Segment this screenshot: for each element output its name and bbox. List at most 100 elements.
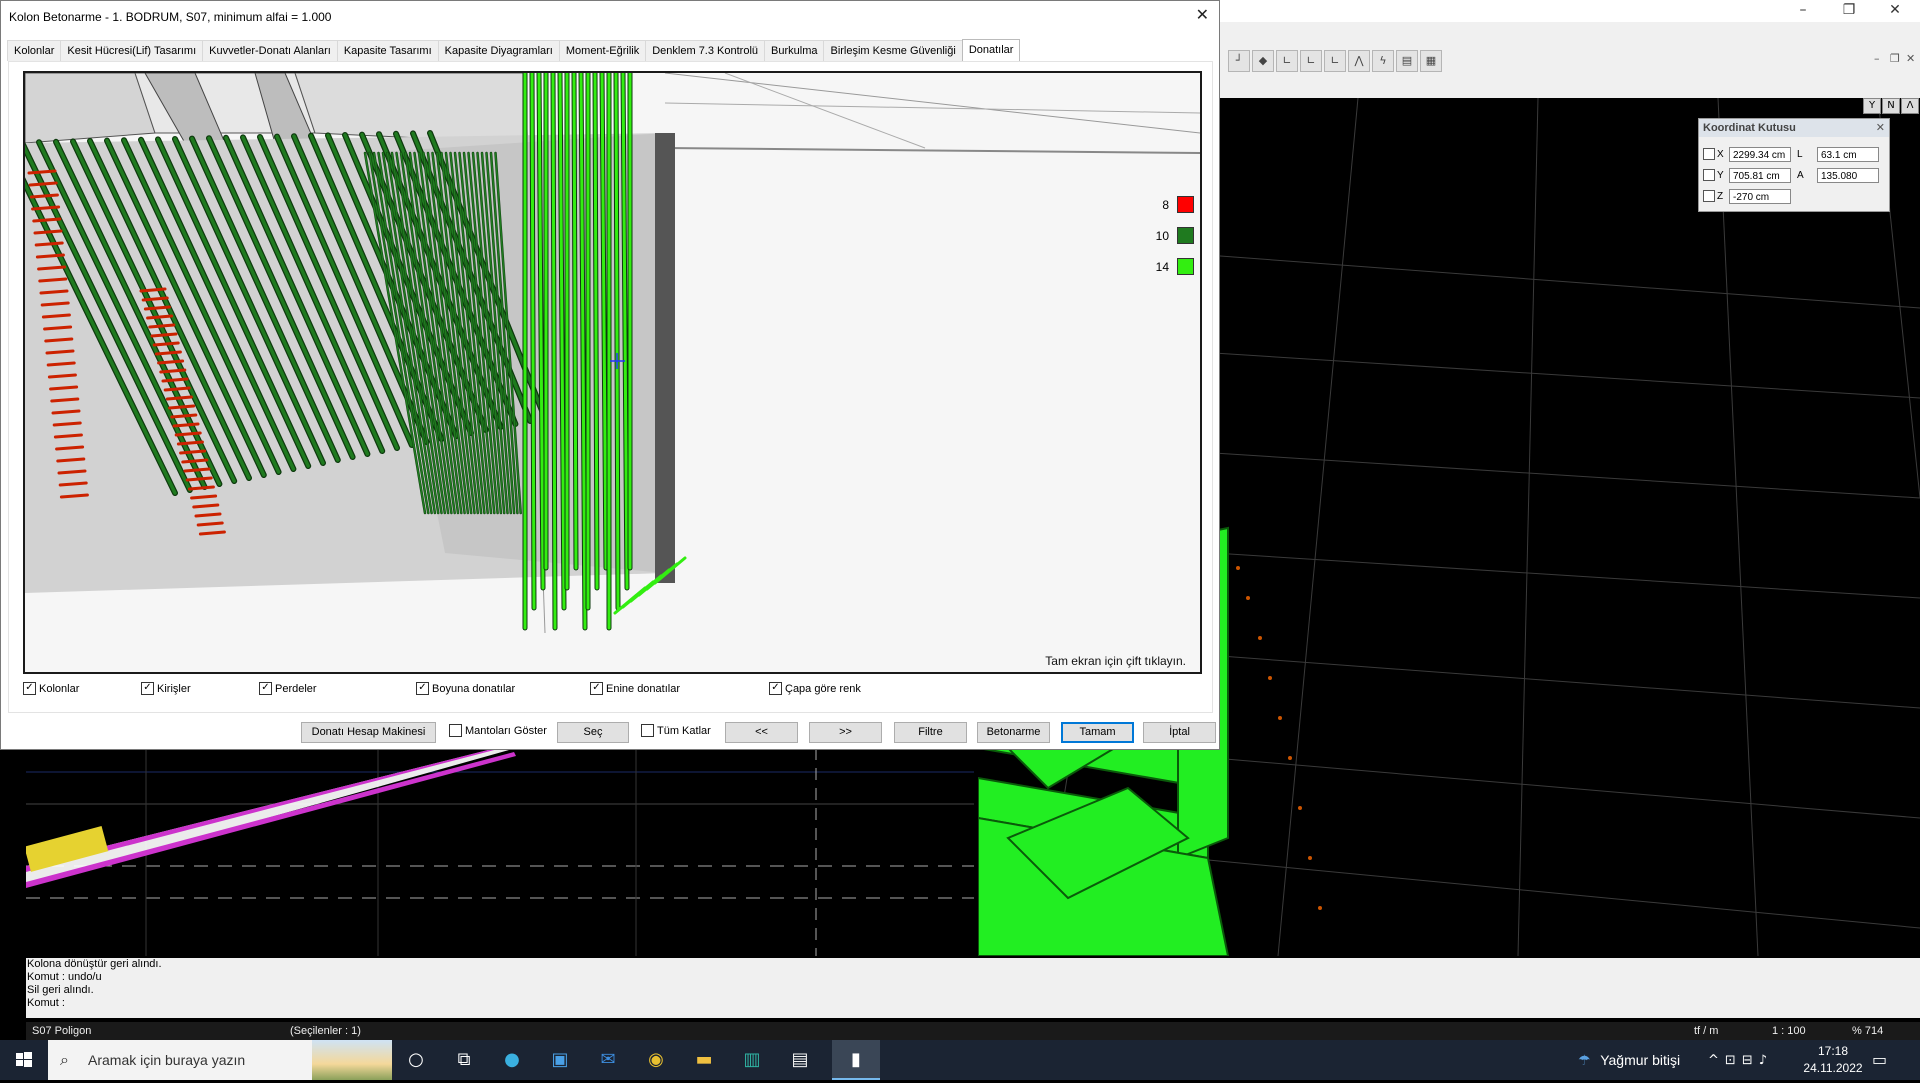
tie-bar [146, 314, 174, 320]
status-units[interactable]: tf / m [1694, 1022, 1718, 1040]
tab-kesit-hucresi[interactable]: Kesit Hücresi(Lif) Tasarımı [60, 40, 204, 61]
sub-minimize-icon[interactable]: – [1874, 52, 1880, 65]
checkbox-box[interactable] [449, 724, 462, 737]
tray-expand-icon[interactable]: ^ [1708, 1053, 1719, 1068]
checkbox-box[interactable]: ✓ [259, 682, 272, 695]
sub-restore-icon[interactable]: ❐ [1890, 52, 1900, 65]
layer-tool-icon[interactable]: ▤ [1396, 50, 1418, 72]
restore-icon[interactable]: ❐ [1826, 0, 1872, 22]
coord-a-label: A [1797, 169, 1804, 181]
axis2-tool-icon[interactable]: ∟ [1300, 50, 1322, 72]
shape-tool-icon[interactable]: ◆ [1252, 50, 1274, 72]
tab-donatilar[interactable]: Donatılar [961, 39, 1021, 62]
sec-button[interactable]: Seç [557, 722, 629, 743]
axis-tool-icon[interactable]: ∟ [1276, 50, 1298, 72]
mail-icon[interactable]: ✉ [584, 1040, 632, 1080]
capa-gore-renk-checkbox[interactable]: ✓ Çapa göre renk [769, 682, 861, 695]
coord-x-checkbox[interactable] [1703, 148, 1715, 160]
tab-kolonlar[interactable]: Kolonlar [7, 40, 62, 61]
start-button[interactable] [0, 1040, 48, 1080]
checkbox-box[interactable] [641, 724, 654, 737]
tie-bar [176, 440, 204, 446]
graph-tool-icon[interactable]: ⋀ [1348, 50, 1370, 72]
checkbox-box[interactable]: ✓ [416, 682, 429, 695]
kirisler-checkbox[interactable]: ✓ Kirişler [141, 682, 191, 695]
coord-z-checkbox[interactable] [1703, 190, 1715, 202]
status-zoom[interactable]: % 714 [1852, 1022, 1883, 1040]
edge-icon[interactable]: ● [488, 1040, 536, 1080]
table-tool-icon[interactable]: ▦ [1420, 50, 1442, 72]
iptal-button[interactable]: İptal [1143, 722, 1216, 743]
checkbox-box[interactable]: ✓ [769, 682, 782, 695]
enine-donatilar-checkbox[interactable]: ✓ Enine donatılar [590, 682, 680, 695]
checkbox-box[interactable]: ✓ [23, 682, 36, 695]
chart-app-icon[interactable]: ▥ [728, 1040, 776, 1080]
tie-bar [181, 458, 209, 464]
chrome-icon[interactable]: ◉ [632, 1040, 680, 1080]
boyuna-donatilar-checkbox[interactable]: ✓ Boyuna donatılar [416, 682, 515, 695]
task-view-icon[interactable]: ⧉ [440, 1040, 488, 1080]
structural-app-icon[interactable]: ▮ [832, 1040, 880, 1080]
filtre-button[interactable]: Filtre [894, 722, 967, 743]
coord-a-field[interactable]: 135.080 [1817, 167, 1879, 183]
weather-widget[interactable]: ☂ Yağmur bitişi [1578, 1040, 1680, 1080]
command-prompt[interactable]: Komut : [26, 997, 1920, 1010]
coord-y-field[interactable]: 705.81 cm [1729, 167, 1791, 183]
file-explorer-icon[interactable]: ▬ [680, 1040, 728, 1080]
tab-denklem[interactable]: Denklem 7.3 Kontrolü [645, 40, 766, 61]
store-icon[interactable]: ▣ [536, 1040, 584, 1080]
tab-moment-egrilik[interactable]: Moment-Eğrilik [558, 40, 647, 61]
axis3-tool-icon[interactable]: ∟ [1324, 50, 1346, 72]
tab-kuvvetler[interactable]: Kuvvetler-Donatı Alanları [202, 40, 338, 61]
clock[interactable]: 17:18 24.11.2022 [1800, 1043, 1866, 1077]
tab-birlesim-kesme[interactable]: Birleşim Kesme Güvenliği [823, 40, 963, 61]
minimize-icon[interactable]: – [1780, 0, 1826, 22]
tum-katlar-checkbox[interactable]: Tüm Katlar [641, 724, 711, 737]
bolt-tool-icon[interactable]: ϟ [1372, 50, 1394, 72]
rebar-3d-view[interactable]: 8 10 14 Tam ekran için çift tıklayın. [23, 71, 1202, 674]
tray-meet-icon[interactable]: ⊡ [1725, 1053, 1736, 1068]
tamam-button[interactable]: Tamam [1061, 722, 1134, 743]
viewport-up-button[interactable]: Λ [1901, 98, 1919, 114]
clock-date: 24.11.2022 [1803, 1061, 1863, 1075]
sub-close-icon[interactable]: ✕ [1906, 52, 1915, 65]
command-area[interactable]: Kolona dönüştür geri alındı. Komut : und… [26, 958, 1920, 1018]
search-placeholder: Aramak için buraya yazın [88, 1052, 246, 1068]
checkbox-label: Perdeler [275, 682, 317, 695]
coordinate-box-close-icon[interactable]: ✕ [1876, 119, 1885, 137]
tab-kapasite-tasarimi[interactable]: Kapasite Tasarımı [336, 40, 439, 61]
status-scale[interactable]: 1 : 100 [1772, 1022, 1806, 1040]
checkbox-box[interactable]: ✓ [590, 682, 603, 695]
cortana-icon[interactable]: ○ [392, 1040, 440, 1080]
perdeler-checkbox[interactable]: ✓ Perdeler [259, 682, 317, 695]
network-icon[interactable]: ⊟ [1742, 1053, 1753, 1068]
tie-bar [41, 313, 71, 319]
donati-hesap-makinesi-button[interactable]: Donatı Hesap Makinesi [301, 722, 436, 743]
tab-kapasite-diyagramlari[interactable]: Kapasite Diyagramları [437, 40, 560, 61]
level-tool-icon[interactable]: ┘ [1228, 50, 1250, 72]
coord-y-checkbox[interactable] [1703, 169, 1715, 181]
longitudinal-bar [551, 73, 557, 630]
tie-bar [59, 493, 89, 499]
coord-z-field[interactable]: -270 cm [1729, 188, 1791, 204]
viewport-n-button[interactable]: N [1882, 98, 1900, 114]
kolonlar-checkbox[interactable]: ✓ Kolonlar [23, 682, 79, 695]
coord-x-field[interactable]: 2299.34 cm [1729, 146, 1791, 162]
tie-bar [44, 337, 74, 343]
system-tray: ^ ⊡ ⊟ ♪ [1708, 1040, 1767, 1080]
taskbar-search[interactable]: ⌕ Aramak için buraya yazın [48, 1040, 392, 1080]
plan-viewport[interactable] [26, 748, 974, 956]
betonarme-button[interactable]: Betonarme [977, 722, 1050, 743]
coord-l-field[interactable]: 63.1 cm [1817, 146, 1879, 162]
next-button[interactable]: >> [809, 722, 882, 743]
checkbox-box[interactable]: ✓ [141, 682, 154, 695]
viewport-y-button[interactable]: Y [1863, 98, 1881, 114]
document-app-icon[interactable]: ▤ [776, 1040, 824, 1080]
mantolari-goster-checkbox[interactable]: Mantoları Göster [449, 724, 547, 737]
volume-icon[interactable]: ♪ [1759, 1053, 1767, 1068]
tab-burkulma[interactable]: Burkulma [764, 40, 825, 61]
close-icon[interactable]: ✕ [1872, 0, 1918, 22]
close-icon[interactable]: ✕ [1196, 5, 1209, 24]
previous-button[interactable]: << [725, 722, 798, 743]
notification-icon[interactable]: ▭ [1872, 1050, 1887, 1069]
